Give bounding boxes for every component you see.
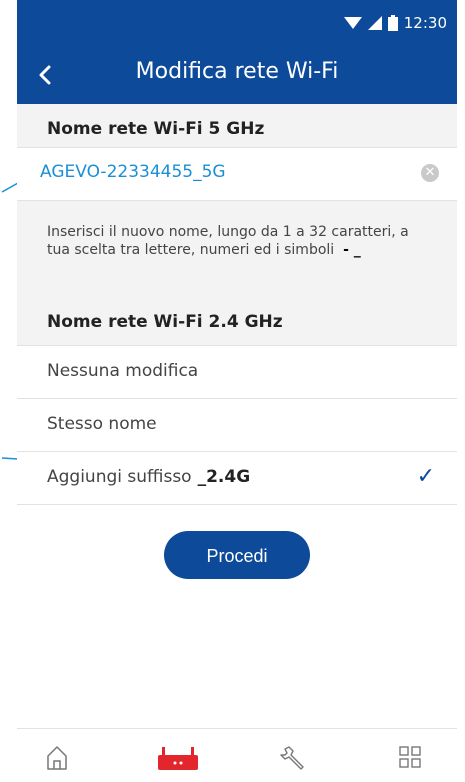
allowed-symbols: - _ (343, 242, 361, 258)
wifi-signal-icon (343, 17, 362, 29)
cell-signal-icon (367, 16, 382, 30)
form-content: Nome rete Wi-Fi 5 GHz AGEVO-22334455_5G … (17, 104, 457, 603)
status-bar: 12:30 (17, 0, 457, 46)
option-no-change[interactable]: Nessuna modifica (17, 345, 457, 398)
option-add-suffix[interactable]: Aggiungi suffisso _2.4G ✓ (17, 451, 457, 504)
app-bar: Modifica rete Wi-Fi (17, 46, 457, 104)
status-time: 12:30 (403, 14, 447, 32)
clear-icon[interactable]: ✕ (421, 164, 439, 182)
nav-more[interactable] (390, 741, 430, 773)
nav-home[interactable] (37, 741, 77, 773)
wifi5-name-value[interactable]: AGEVO-22334455_5G (40, 162, 226, 182)
wrench-icon (280, 746, 304, 770)
wifi5-name-field[interactable]: AGEVO-22334455_5G ✕ (17, 147, 457, 201)
nav-router[interactable] (154, 741, 198, 773)
home-icon (47, 746, 67, 770)
bottom-nav (17, 728, 457, 782)
proceed-button[interactable]: Procedi (164, 531, 310, 579)
battery-icon (387, 15, 398, 31)
empty-area (17, 580, 457, 728)
router-icon (158, 747, 198, 770)
nav-tools[interactable] (277, 741, 317, 773)
wifi24-section-title: Nome rete Wi-Fi 2.4 GHz (47, 312, 283, 332)
phone-screen: 12:30 Modifica rete Wi-Fi Nome rete Wi-F… (17, 0, 457, 782)
wifi24-options: Nessuna modifica Stesso nome Aggiungi su… (17, 345, 457, 603)
page-title: Modifica rete Wi-Fi (135, 59, 339, 84)
name-hint: Inserisci il nuovo nome, lungo da 1 a 32… (47, 224, 409, 258)
grid-icon (399, 746, 421, 768)
wifi5-section-title: Nome rete Wi-Fi 5 GHz (47, 119, 265, 139)
checkmark-icon: ✓ (416, 464, 435, 489)
option-same-name[interactable]: Stesso nome (17, 398, 457, 451)
suffix-value: _2.4G (197, 467, 251, 487)
